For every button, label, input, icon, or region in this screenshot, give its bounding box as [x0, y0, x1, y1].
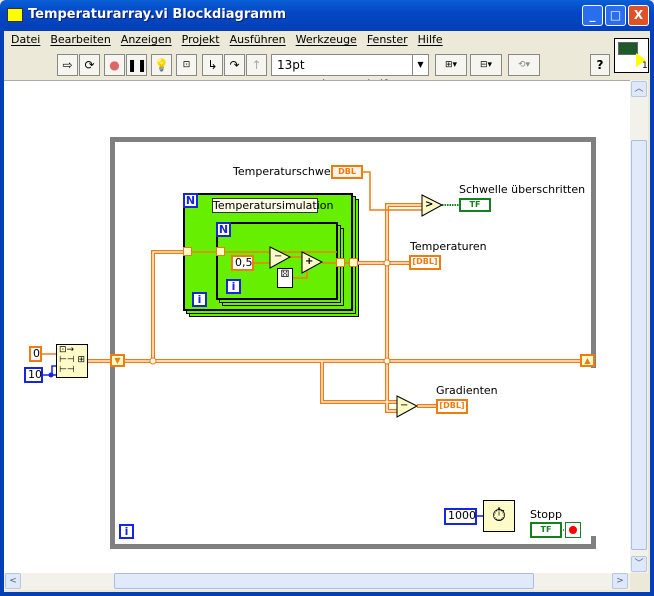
- greater-symbol: >: [425, 199, 434, 210]
- shift-register-left[interactable]: ▼: [110, 354, 125, 367]
- stop-label: Stopp: [530, 508, 562, 521]
- scroll-down-button[interactable]: ﹀: [631, 556, 647, 572]
- constant-ten[interactable]: 10: [24, 367, 43, 383]
- scroll-left-button[interactable]: <: [5, 573, 21, 589]
- constant-zero[interactable]: 0: [29, 346, 42, 362]
- stop-if-true-terminal[interactable]: [565, 522, 581, 538]
- subtract-symbol: −: [274, 251, 283, 262]
- vertical-scroll-thumb[interactable]: [631, 140, 647, 550]
- temps-label: Temperaturen: [410, 240, 487, 253]
- exceeded-indicator[interactable]: TF: [459, 198, 491, 212]
- stop-control[interactable]: TF: [530, 522, 562, 538]
- shift-register-right[interactable]: ▲: [580, 354, 595, 367]
- add-symbol: +: [305, 256, 314, 267]
- threshold-label: Temperaturschwelle: [233, 165, 344, 178]
- gradient-indicator[interactable]: [DBL]: [436, 399, 468, 414]
- threshold-control[interactable]: DBL: [331, 165, 363, 179]
- wait-ms-metronome-icon[interactable]: ⏱: [483, 500, 515, 532]
- horizontal-scroll-thumb[interactable]: [114, 573, 534, 589]
- dice-icon[interactable]: ⚄: [277, 268, 293, 288]
- scroll-right-button[interactable]: >: [612, 573, 628, 589]
- constant-half[interactable]: 0,5: [231, 255, 254, 271]
- horizontal-scrollbar[interactable]: < >: [4, 573, 630, 590]
- tunnel[interactable]: [183, 247, 192, 256]
- tunnel[interactable]: [216, 247, 225, 256]
- initialize-array-node[interactable]: ⊡→ ⊢⊣ ⊞ ⊢⊣: [56, 344, 88, 378]
- temps-indicator[interactable]: [DBL]: [409, 255, 441, 270]
- constant-wait-ms[interactable]: 1000: [444, 508, 477, 525]
- gradient-label: Gradienten: [436, 384, 498, 397]
- exceeded-label: Schwelle überschritten: [459, 183, 586, 196]
- vertical-scrollbar[interactable]: ︿ ﹀: [630, 80, 648, 573]
- subtract-symbol: −: [400, 400, 409, 411]
- auto-index-tunnel[interactable]: [349, 258, 358, 267]
- wires: [41, 171, 580, 531]
- scroll-up-button[interactable]: ︿: [631, 81, 647, 97]
- auto-index-tunnel[interactable]: [336, 258, 345, 267]
